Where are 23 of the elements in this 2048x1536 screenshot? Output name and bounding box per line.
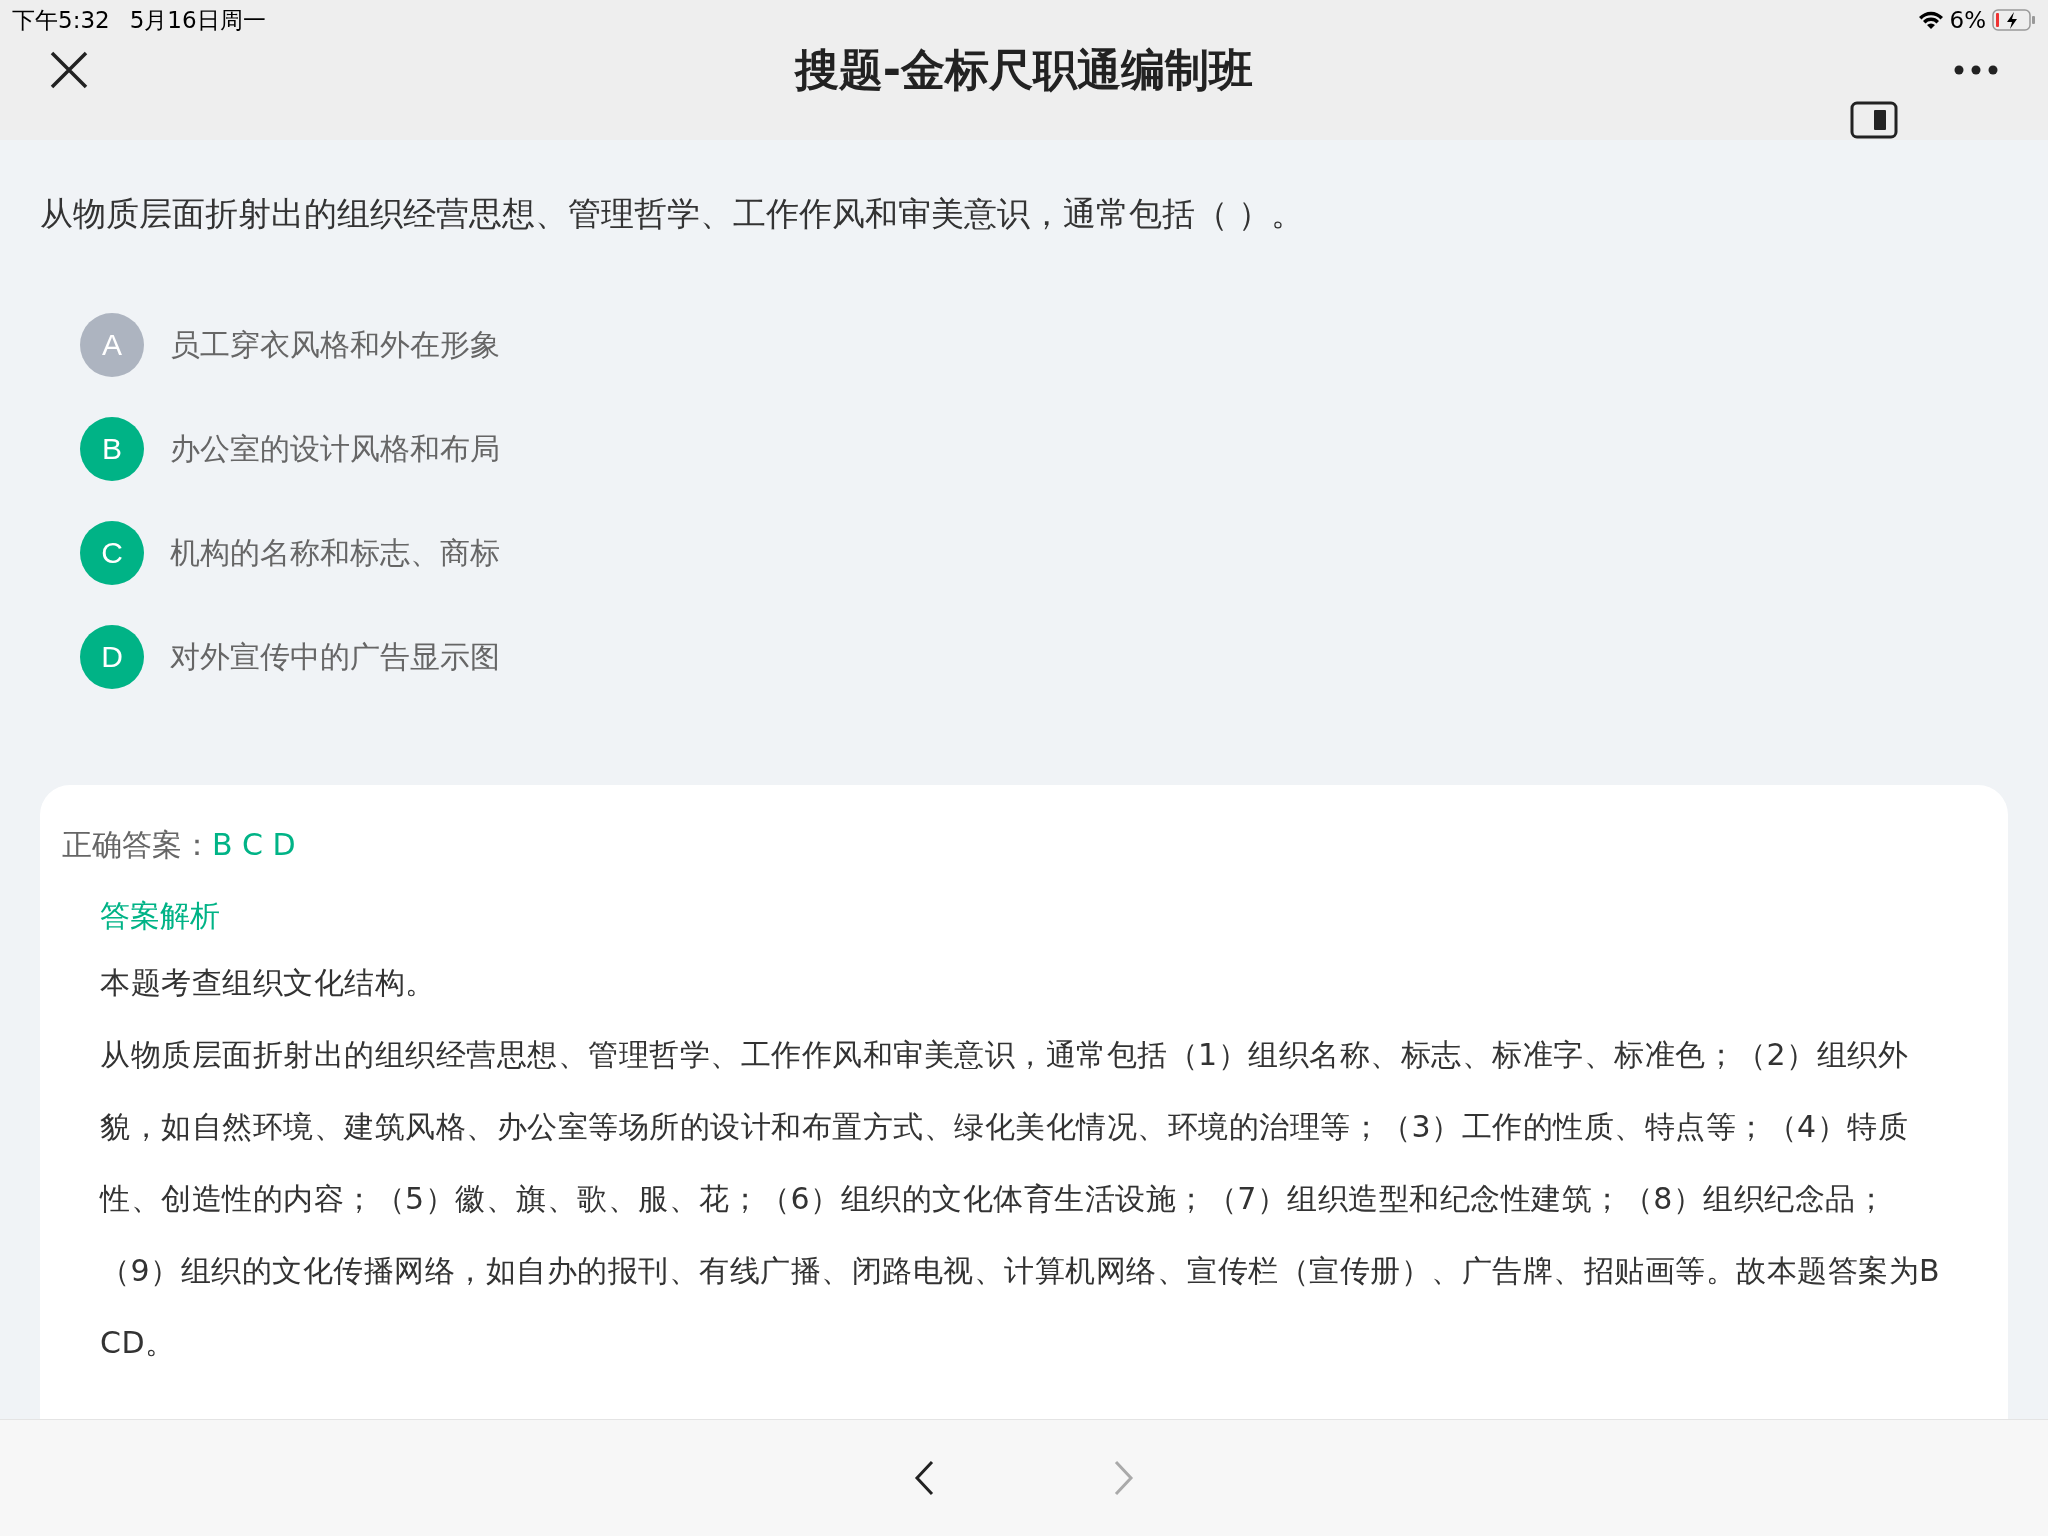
option-text[interactable]: 机构的名称和标志、商标 <box>170 532 500 574</box>
analysis-text: 从物质层面折射出的组织经营思想、管理哲学、工作作风和审美意识，通常包括（1）组织名称、标志、标准字、标准色；（2）组织外貌，如自然环境、建筑风格、办公室等场所的设计和布置方式、绿化美化情况、环境的治理等；（3）工作的性质、特点等；（4）特质性、创造性的内容；（5）徽、旗、歌、服、花；（6）组织的文化体育生活设施；（7）组织造型和纪念性建筑；（8）组织纪念品；（9）组织的文化传播网络，如自办的报刊、有线广播、闭路电视、计算机网络、宣传栏（宣传册）、广告牌、招贴画等。故本题答案为BCD。 <box>100 1036 1942 1362</box>
option-letter[interactable]: D <box>80 625 144 689</box>
option-text[interactable]: 员工穿衣风格和外在形象 <box>170 324 500 366</box>
option-text[interactable]: 对外宣传中的广告显示图 <box>170 636 500 678</box>
page-title: 搜题-金标尺职通编制班 <box>794 42 1254 97</box>
battery-charging-icon <box>1992 9 2036 31</box>
analysis-title: 答案解析 <box>100 897 221 935</box>
close-icon[interactable] <box>50 51 88 90</box>
question-text: 从物质层面折射出的组织经营思想、管理哲学、工作作风和审美意识，通常包括（ ）。 <box>40 193 1306 235</box>
answer-value: B C D <box>212 827 296 862</box>
option-text[interactable]: 办公室的设计风格和布局 <box>170 428 500 470</box>
status-date: 5月16日周一 <box>129 5 266 35</box>
option-letter[interactable]: B <box>80 417 144 481</box>
answer-label: 正确答案： <box>62 827 212 862</box>
wifi-icon <box>1917 10 1944 30</box>
analysis-text: 本题考查组织文化结构。 <box>100 964 437 1002</box>
window-icon[interactable] <box>1850 101 1898 140</box>
status-time: 下午5:32 <box>12 5 110 35</box>
option-letter[interactable]: C <box>80 521 144 585</box>
battery-percent: 6% <box>1949 7 1986 33</box>
more-icon[interactable] <box>1954 65 1998 76</box>
previous-icon[interactable] <box>914 1460 934 1496</box>
